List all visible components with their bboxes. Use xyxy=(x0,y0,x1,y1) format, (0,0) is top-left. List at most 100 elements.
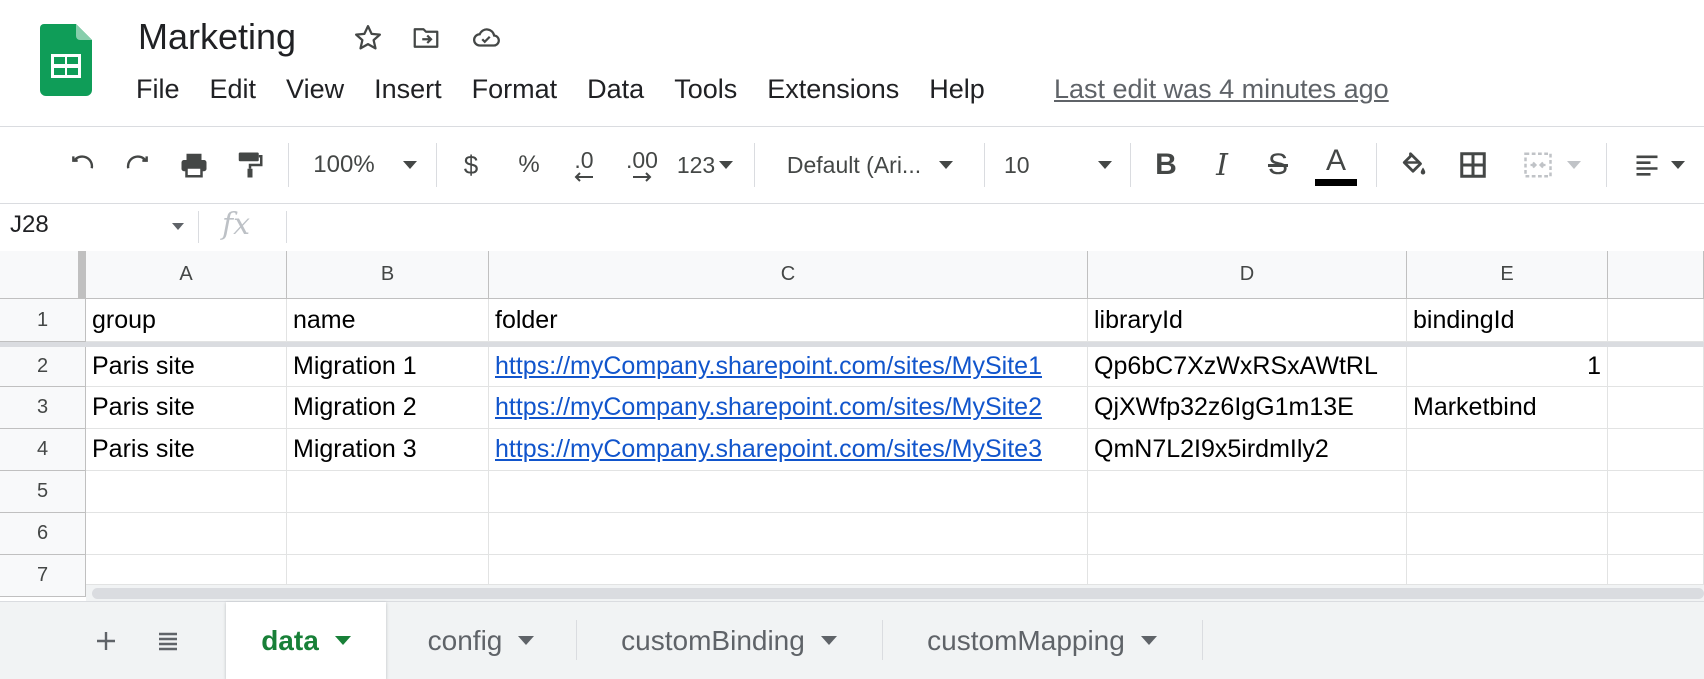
increase-decimal-button[interactable]: .00 xyxy=(614,127,670,203)
cell-d4[interactable]: QmN7L2I9x5irdmIly2 xyxy=(1088,429,1407,471)
row-header-3[interactable]: 3 xyxy=(0,387,86,429)
chevron-down-icon[interactable] xyxy=(820,636,837,645)
cell-b2[interactable]: Migration 1 xyxy=(287,347,489,387)
chevron-down-icon[interactable] xyxy=(1140,636,1157,645)
column-header-a[interactable]: A xyxy=(86,251,287,299)
horizontal-align-button[interactable] xyxy=(1618,127,1698,203)
menu-edit[interactable]: Edit xyxy=(210,74,257,105)
cell-overflow-3[interactable] xyxy=(1608,387,1704,429)
row-header-1[interactable]: 1 xyxy=(0,299,86,342)
cell-d5[interactable] xyxy=(1088,471,1407,513)
merge-cells-button[interactable] xyxy=(1508,127,1594,203)
cell-e3[interactable]: Marketbind xyxy=(1407,387,1608,429)
select-all-corner[interactable] xyxy=(0,251,86,299)
cell-b1[interactable]: name xyxy=(287,299,489,342)
cell-d2[interactable]: Qp6bC7XzWxRSxAWtRL xyxy=(1088,347,1407,387)
percent-format-button[interactable]: % xyxy=(506,127,552,203)
row-header-5[interactable]: 5 xyxy=(0,471,86,513)
print-icon[interactable] xyxy=(170,127,218,203)
cell-d6[interactable] xyxy=(1088,513,1407,555)
column-header-c[interactable]: C xyxy=(489,251,1088,299)
cell-c6[interactable] xyxy=(489,513,1088,555)
cloud-saved-icon[interactable] xyxy=(468,20,504,56)
menu-extensions[interactable]: Extensions xyxy=(767,74,899,105)
cell-a5[interactable] xyxy=(86,471,287,513)
name-box[interactable]: J28 xyxy=(10,211,49,239)
chevron-down-icon[interactable] xyxy=(518,636,535,645)
cell-a3[interactable]: Paris site xyxy=(86,387,287,429)
italic-icon[interactable]: I xyxy=(1198,127,1246,203)
cell-e5[interactable] xyxy=(1407,471,1608,513)
row-header-4[interactable]: 4 xyxy=(0,429,86,471)
sheet-tab-custommapping[interactable]: customMapping xyxy=(882,602,1202,679)
cell-overflow-6[interactable] xyxy=(1608,513,1704,555)
formula-input[interactable] xyxy=(296,209,1676,245)
frozen-column-handle[interactable] xyxy=(78,251,86,299)
add-sheet-icon[interactable] xyxy=(82,602,130,679)
menu-format[interactable]: Format xyxy=(472,74,558,105)
cell-a1[interactable]: group xyxy=(86,299,287,342)
row-header-6[interactable]: 6 xyxy=(0,513,86,555)
cell-d1[interactable]: libraryId xyxy=(1088,299,1407,342)
cell-d3[interactable]: QjXWfp32z6IgG1m13E xyxy=(1088,387,1407,429)
fill-color-icon[interactable] xyxy=(1388,127,1438,203)
cell-overflow-4[interactable] xyxy=(1608,429,1704,471)
column-header-b[interactable]: B xyxy=(287,251,489,299)
cell-overflow-2[interactable] xyxy=(1608,347,1704,387)
cell-a6[interactable] xyxy=(86,513,287,555)
cell-e6[interactable] xyxy=(1407,513,1608,555)
column-header-e[interactable]: E xyxy=(1407,251,1608,299)
menu-insert[interactable]: Insert xyxy=(374,74,442,105)
frozen-row-divider[interactable] xyxy=(0,342,1704,347)
menu-help[interactable]: Help xyxy=(929,74,985,105)
menu-file[interactable]: File xyxy=(136,74,180,105)
column-header-overflow[interactable] xyxy=(1608,251,1704,299)
row-header-7[interactable]: 7 xyxy=(0,555,86,597)
cell-a4[interactable]: Paris site xyxy=(86,429,287,471)
font-size-select[interactable]: 10 xyxy=(996,127,1120,203)
sheet-tab-config[interactable]: config xyxy=(386,602,576,679)
cell-b3[interactable]: Migration 2 xyxy=(287,387,489,429)
chevron-down-icon[interactable] xyxy=(172,223,184,230)
star-icon[interactable] xyxy=(350,20,386,56)
move-to-folder-icon[interactable] xyxy=(408,20,444,56)
horizontal-scrollbar[interactable] xyxy=(86,584,1704,601)
all-sheets-icon[interactable] xyxy=(144,602,192,679)
borders-icon[interactable] xyxy=(1448,127,1498,203)
menu-view[interactable]: View xyxy=(286,74,344,105)
menu-tools[interactable]: Tools xyxy=(674,74,737,105)
strikethrough-icon[interactable]: S xyxy=(1254,127,1302,203)
sheets-logo-icon[interactable] xyxy=(40,24,92,96)
cell-overflow-1[interactable] xyxy=(1608,299,1704,342)
cell-c5[interactable] xyxy=(489,471,1088,513)
zoom-select[interactable]: 100% xyxy=(300,127,430,203)
redo-icon[interactable] xyxy=(114,127,162,203)
cell-c1[interactable]: folder xyxy=(489,299,1088,342)
undo-icon[interactable] xyxy=(58,127,106,203)
document-title[interactable]: Marketing xyxy=(138,16,296,58)
menu-data[interactable]: Data xyxy=(587,74,644,105)
cell-b5[interactable] xyxy=(287,471,489,513)
cell-c3[interactable]: https://myCompany.sharepoint.com/sites/M… xyxy=(489,387,1088,429)
chevron-down-icon[interactable] xyxy=(334,636,351,645)
cell-b4[interactable]: Migration 3 xyxy=(287,429,489,471)
column-header-d[interactable]: D xyxy=(1088,251,1407,299)
currency-format-button[interactable]: $ xyxy=(448,127,494,203)
sheet-tab-data[interactable]: data xyxy=(226,602,386,679)
decrease-decimal-button[interactable]: .0 xyxy=(560,127,608,203)
cell-e1[interactable]: bindingId xyxy=(1407,299,1608,342)
more-formats-select[interactable]: 123 xyxy=(672,127,738,203)
paint-format-icon[interactable] xyxy=(226,127,274,203)
cell-overflow-5[interactable] xyxy=(1608,471,1704,513)
horizontal-scrollbar-thumb[interactable] xyxy=(92,588,1704,599)
cell-c4[interactable]: https://myCompany.sharepoint.com/sites/M… xyxy=(489,429,1088,471)
cell-b6[interactable] xyxy=(287,513,489,555)
cell-c2[interactable]: https://myCompany.sharepoint.com/sites/M… xyxy=(489,347,1088,387)
last-edit-link[interactable]: Last edit was 4 minutes ago xyxy=(1054,74,1389,105)
bold-icon[interactable]: B xyxy=(1142,127,1190,203)
font-family-select[interactable]: Default (Ari... xyxy=(770,127,970,203)
row-header-2[interactable]: 2 xyxy=(0,347,86,387)
text-color-button[interactable]: A xyxy=(1310,127,1362,203)
cell-e4[interactable] xyxy=(1407,429,1608,471)
cell-a2[interactable]: Paris site xyxy=(86,347,287,387)
